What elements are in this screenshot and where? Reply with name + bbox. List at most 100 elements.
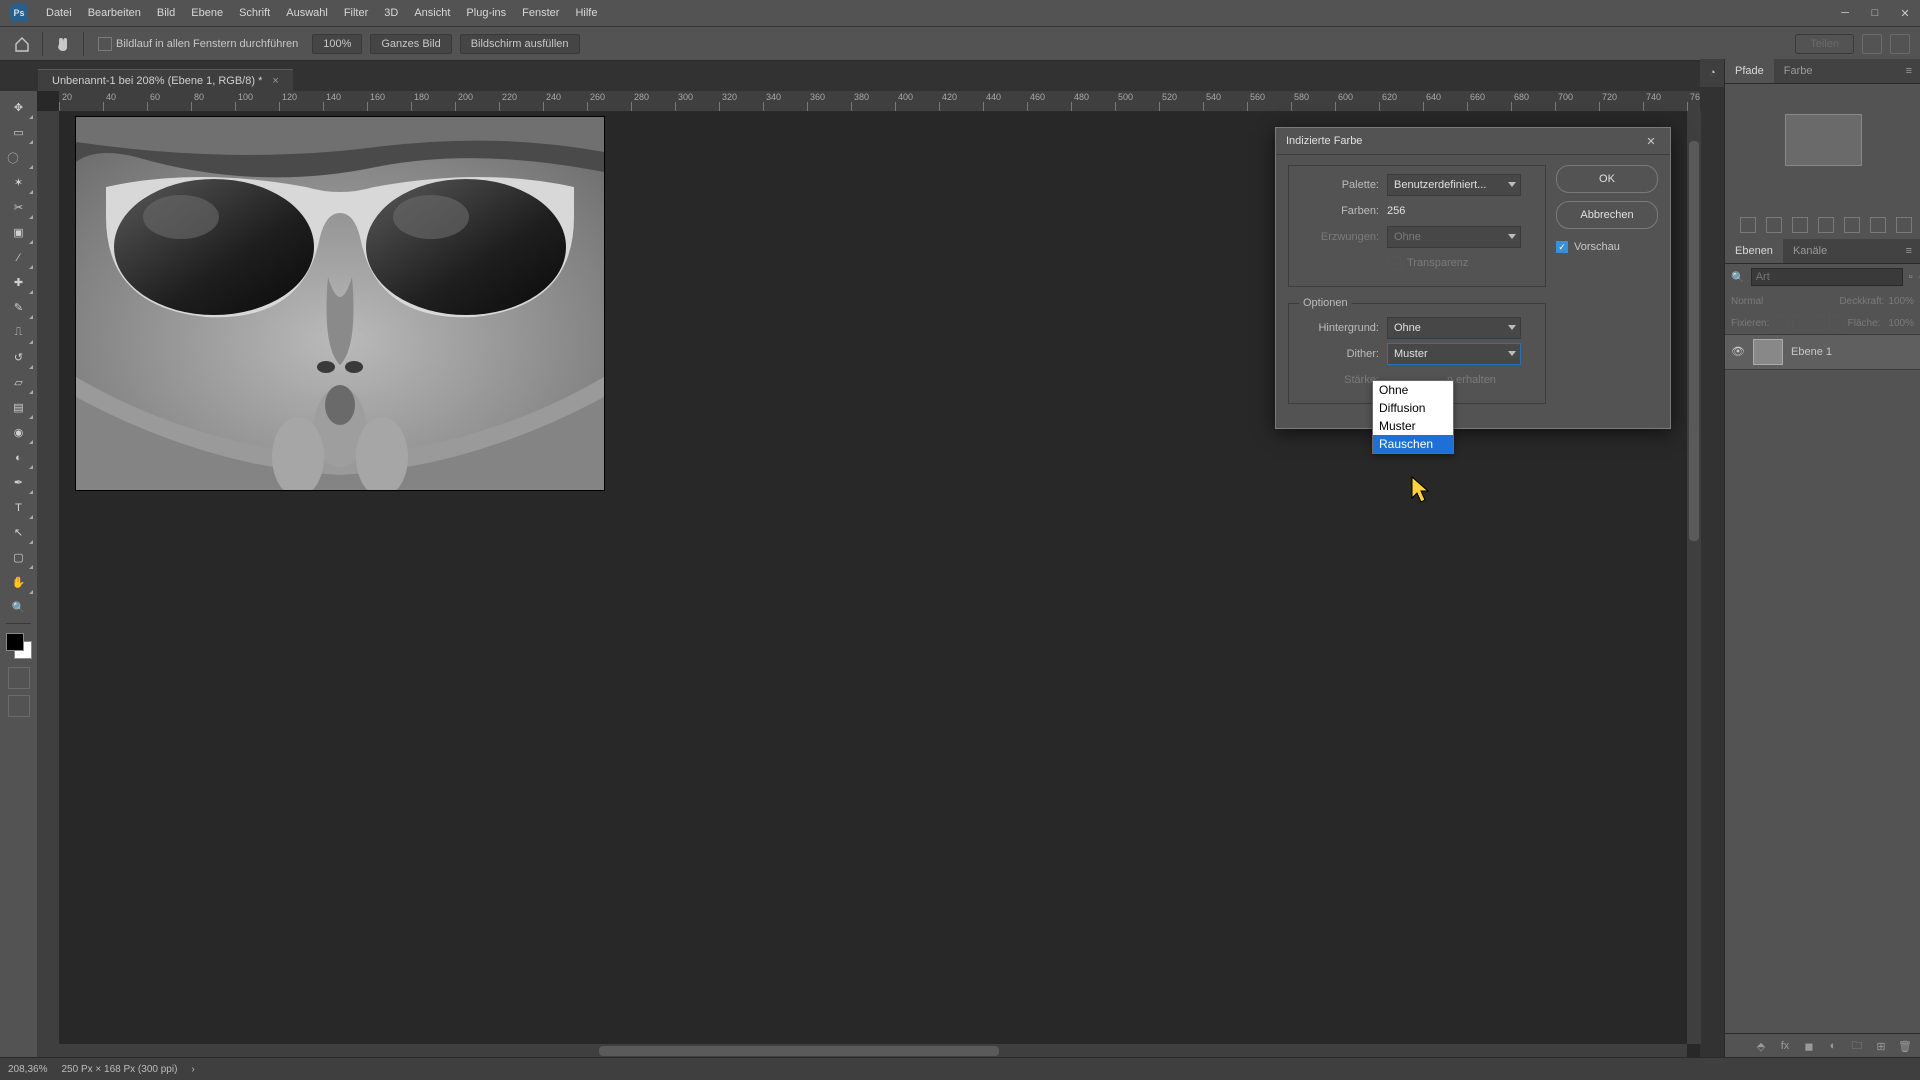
collapsed-panel-icon[interactable]: ◔ — [1700, 59, 1725, 87]
opacity-value[interactable]: 100% — [1888, 296, 1914, 307]
colors-input[interactable]: 256 — [1387, 205, 1405, 217]
navigator-thumbnail[interactable] — [1785, 114, 1862, 166]
screenmode-button[interactable] — [8, 695, 30, 717]
menu-schrift[interactable]: Schrift — [231, 0, 278, 26]
nav-icon-delete[interactable] — [1896, 217, 1912, 233]
nav-icon-5[interactable] — [1844, 217, 1860, 233]
menu-3d[interactable]: 3D — [376, 0, 406, 26]
zoom-tool[interactable]: 🔍 — [4, 595, 34, 620]
tab-layers[interactable]: Ebenen — [1725, 239, 1783, 263]
magic-wand-tool[interactable]: ✶ — [4, 170, 34, 195]
healing-tool[interactable]: ✚ — [4, 270, 34, 295]
status-arrow-icon[interactable]: › — [191, 1064, 194, 1075]
nav-icon-6[interactable] — [1870, 217, 1886, 233]
panel-menu-icon[interactable]: ≡ — [1898, 59, 1920, 83]
preview-checkbox[interactable]: ✓Vorschau — [1556, 241, 1658, 253]
canvas-image[interactable] — [76, 117, 604, 490]
delete-layer-icon[interactable]: 🗑 — [1898, 1039, 1912, 1053]
eraser-tool[interactable]: ▱ — [4, 370, 34, 395]
layer-row[interactable]: 👁 Ebene 1 — [1725, 334, 1920, 370]
menu-auswahl[interactable]: Auswahl — [278, 0, 336, 26]
marquee-tool[interactable]: ▭ — [4, 120, 34, 145]
move-tool[interactable]: ✥ — [4, 95, 34, 120]
zoom-100-button[interactable]: 100% — [312, 34, 362, 54]
palette-select[interactable]: Benutzerdefiniert... — [1387, 174, 1521, 196]
nav-icon-2[interactable] — [1766, 217, 1782, 233]
layer-thumbnail[interactable] — [1753, 339, 1783, 365]
dither-option-rauschen[interactable]: Rauschen — [1373, 435, 1453, 453]
blur-tool[interactable]: ◉ — [4, 420, 34, 445]
lock-nested-icon[interactable] — [1810, 315, 1825, 331]
menu-bild[interactable]: Bild — [149, 0, 183, 26]
brush-tool[interactable]: ✎ — [4, 295, 34, 320]
search-icon[interactable] — [1862, 34, 1882, 54]
menu-hilfe[interactable]: Hilfe — [567, 0, 605, 26]
nav-icon-4[interactable] — [1818, 217, 1834, 233]
crop-tool[interactable]: ✂ — [4, 195, 34, 220]
layer-name[interactable]: Ebene 1 — [1791, 346, 1832, 358]
eyedropper-tool[interactable]: ⁄ — [4, 245, 34, 270]
tab-channels[interactable]: Kanäle — [1783, 239, 1837, 263]
layer-fx-icon[interactable]: fx — [1778, 1039, 1792, 1053]
ok-button[interactable]: OK — [1556, 165, 1658, 193]
stamp-tool[interactable]: ⎍ — [4, 320, 34, 345]
blend-mode-select[interactable]: Normal — [1731, 296, 1763, 307]
lock-pixels-icon[interactable] — [1773, 315, 1788, 331]
visibility-icon[interactable]: 👁 — [1731, 345, 1745, 359]
menu-plug-ins[interactable]: Plug-ins — [458, 0, 514, 26]
layer-group-icon[interactable]: 🗀 — [1850, 1039, 1864, 1053]
close-tab-icon[interactable]: × — [272, 75, 278, 87]
quickmask-button[interactable] — [8, 667, 30, 689]
nav-icon-1[interactable] — [1740, 217, 1756, 233]
lock-position-icon[interactable] — [1792, 315, 1807, 331]
dither-option-diffusion[interactable]: Diffusion — [1373, 399, 1453, 417]
document-tab[interactable]: Unbenannt-1 bei 208% (Ebene 1, RGB/8) *× — [38, 69, 293, 92]
menu-filter[interactable]: Filter — [336, 0, 376, 26]
zoom-level[interactable]: 208,36% — [8, 1064, 47, 1075]
layer-mask-icon[interactable]: ◼ — [1802, 1039, 1816, 1053]
tab-color[interactable]: Farbe — [1774, 59, 1823, 83]
fill-screen-button[interactable]: Bildschirm ausfüllen — [460, 34, 580, 54]
history-brush-tool[interactable]: ↺ — [4, 345, 34, 370]
menu-fenster[interactable]: Fenster — [514, 0, 567, 26]
window-maximize[interactable]: □ — [1860, 0, 1890, 26]
home-button[interactable] — [10, 32, 34, 56]
window-minimize[interactable]: ─ — [1830, 0, 1860, 26]
link-layers-icon[interactable]: ⬘ — [1754, 1039, 1768, 1053]
filter-pixel-icon[interactable]: ▫ — [1909, 270, 1913, 284]
layers-menu-icon[interactable]: ≡ — [1898, 239, 1920, 263]
scroll-all-windows-checkbox[interactable]: Bildlauf in allen Fenstern durchführen — [92, 37, 304, 51]
nav-icon-3[interactable] — [1792, 217, 1808, 233]
fit-screen-button[interactable]: Ganzes Bild — [370, 34, 451, 54]
pen-tool[interactable]: ✒ — [4, 470, 34, 495]
menu-ebene[interactable]: Ebene — [183, 0, 231, 26]
share-button[interactable]: Teilen — [1795, 34, 1854, 54]
dither-select[interactable]: Muster — [1387, 343, 1521, 365]
cancel-button[interactable]: Abbrechen — [1556, 201, 1658, 229]
horizontal-scrollbar[interactable] — [59, 1044, 1687, 1058]
dialog-close-button[interactable]: ✕ — [1642, 132, 1660, 150]
window-close[interactable]: ✕ — [1890, 0, 1920, 26]
menu-ansicht[interactable]: Ansicht — [406, 0, 458, 26]
menu-bearbeiten[interactable]: Bearbeiten — [80, 0, 149, 26]
hand-tool[interactable]: ✋ — [4, 570, 34, 595]
type-tool[interactable]: T — [4, 495, 34, 520]
dodge-tool[interactable]: ◐ — [4, 445, 34, 470]
layer-filter-input[interactable] — [1751, 268, 1903, 286]
shape-tool[interactable]: ▢ — [4, 545, 34, 570]
doc-dimensions[interactable]: 250 Px × 168 Px (300 ppi) — [61, 1064, 177, 1075]
color-swatches[interactable] — [4, 631, 34, 661]
dither-option-ohne[interactable]: Ohne — [1373, 381, 1453, 399]
tab-paths[interactable]: Pfade — [1725, 59, 1774, 83]
matte-select[interactable]: Ohne — [1387, 317, 1521, 339]
workspace-icon[interactable] — [1890, 34, 1910, 54]
fill-value[interactable]: 100% — [1888, 318, 1914, 329]
vertical-scrollbar[interactable] — [1687, 111, 1701, 1044]
adjustment-layer-icon[interactable]: ◐ — [1826, 1039, 1840, 1053]
dither-dropdown-list[interactable]: OhneDiffusionMusterRauschen — [1372, 380, 1454, 454]
menu-datei[interactable]: Datei — [38, 0, 80, 26]
lock-all-icon[interactable] — [1829, 315, 1844, 331]
gradient-tool[interactable]: ▤ — [4, 395, 34, 420]
new-layer-icon[interactable]: ⊞ — [1874, 1039, 1888, 1053]
dither-option-muster[interactable]: Muster — [1373, 417, 1453, 435]
